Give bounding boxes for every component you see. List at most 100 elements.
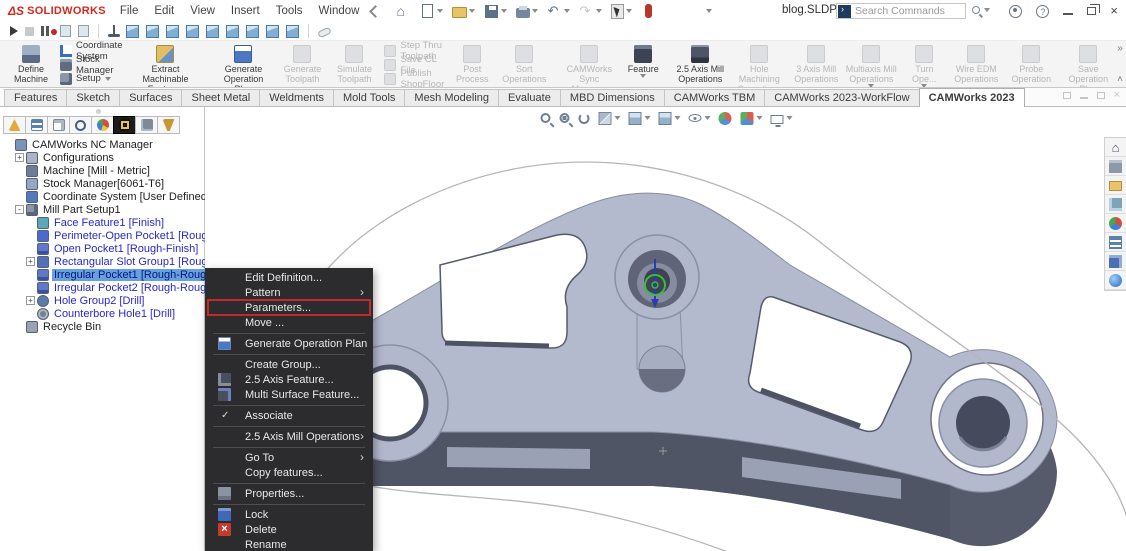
- menu-item-rename[interactable]: Rename: [205, 537, 373, 551]
- options-button[interactable]: [689, 4, 712, 19]
- menu-insert[interactable]: Insert: [231, 5, 260, 17]
- tree-item[interactable]: Stock Manager[6061-T6]: [0, 177, 204, 190]
- panel-tab-camworks-tools[interactable]: [157, 116, 180, 134]
- task-pane-home[interactable]: ⌂: [1105, 138, 1126, 157]
- menu-item-multi-surface-feature[interactable]: Multi Surface Feature...: [205, 387, 373, 402]
- tab-evaluate[interactable]: Evaluate: [498, 89, 561, 106]
- panel-tab-camworks-feature-tree[interactable]: [113, 116, 136, 134]
- help-icon[interactable]: ?: [1036, 5, 1049, 18]
- tree-item[interactable]: Irregular Pocket2 [Rough-Rough(Rest)- Fi…: [0, 281, 204, 294]
- menu-view[interactable]: View: [190, 5, 215, 17]
- dropdown-icon[interactable]: [596, 9, 602, 13]
- ribbon-button-stock-manager[interactable]: Stock Manager: [60, 58, 122, 71]
- tree-item[interactable]: Irregular Pocket1 [Rough-Rough(Rest)- Fi…: [0, 268, 204, 281]
- menu-tools[interactable]: Tools: [276, 5, 303, 17]
- zoom-fit-button[interactable]: [539, 112, 551, 124]
- tab-sheet-metal[interactable]: Sheet Metal: [181, 89, 260, 106]
- ribbon-button-sync-manager[interactable]: CAMWorks Sync Manager: [558, 43, 620, 86]
- task-pane-solidworks-resources[interactable]: [1105, 252, 1126, 271]
- ribbon-button-generate-operation-plan[interactable]: Generate Operation Plan: [210, 43, 276, 86]
- print-button[interactable]: [516, 5, 538, 18]
- edit-appearance-button[interactable]: [717, 111, 732, 126]
- menu-item-2-5-axis-mill-operations[interactable]: 2.5 Axis Mill Operations›: [205, 429, 373, 444]
- menu-item-copy-features[interactable]: Copy features...: [205, 465, 373, 480]
- doc-cascade-icon[interactable]: [1063, 92, 1071, 99]
- task-pane-appearances[interactable]: [1105, 214, 1126, 233]
- panel-tab-camworks-operation-tree[interactable]: [135, 116, 158, 134]
- dropdown-icon[interactable]: [756, 116, 762, 120]
- pin-menu-icon[interactable]: [370, 5, 383, 18]
- tab-camworks-2023[interactable]: CAMWorks 2023: [919, 88, 1025, 107]
- display-style-button[interactable]: [657, 111, 680, 126]
- panel-tab-configuration-manager[interactable]: [47, 116, 70, 134]
- ribbon-button-feature[interactable]: Feature: [620, 43, 666, 86]
- play-icon[interactable]: [10, 26, 18, 36]
- save-button[interactable]: [484, 4, 507, 19]
- ribbon-button-mill-25-axis[interactable]: 2.5 Axis Mill Operations: [672, 43, 728, 86]
- tab-mbd-dimensions[interactable]: MBD Dimensions: [560, 89, 665, 106]
- tab-mold-tools[interactable]: Mold Tools: [333, 89, 405, 106]
- tab-weldments[interactable]: Weldments: [259, 89, 334, 106]
- tab-surfaces[interactable]: Surfaces: [119, 89, 182, 106]
- dropdown-icon[interactable]: [501, 9, 507, 13]
- restore-button[interactable]: [1087, 7, 1096, 15]
- tree-item[interactable]: +Rectangular Slot Group1 [Rough-Rough(Re…: [0, 255, 204, 268]
- menu-item-create-group[interactable]: Create Group...: [205, 357, 373, 372]
- menu-item-2-5-axis-feature[interactable]: 2.5 Axis Feature...: [205, 372, 373, 387]
- ribbon-button-publish-shopfloor[interactable]: Publish ShopFloor: [384, 72, 444, 85]
- tab-camworks-2023-workflow[interactable]: CAMWorks 2023-WorkFlow: [764, 89, 919, 106]
- save-sim-icon[interactable]: [60, 25, 71, 37]
- menu-window[interactable]: Window: [319, 5, 360, 17]
- menu-item-edit-definition[interactable]: Edit Definition...: [205, 270, 373, 285]
- evaluate-button[interactable]: [665, 4, 680, 19]
- tree-item[interactable]: CAMWorks NC Manager: [0, 138, 204, 151]
- menu-item-lock[interactable]: Lock: [205, 507, 373, 522]
- lifecycle-button[interactable]: [641, 4, 656, 18]
- ribbon-button-turn-operations[interactable]: Turn Ope...: [900, 43, 948, 86]
- task-pane-view-palette[interactable]: [1105, 195, 1126, 214]
- new-document-button[interactable]: [420, 4, 443, 18]
- menu-item-pattern[interactable]: Pattern›: [205, 285, 373, 300]
- ribbon-button-mill-3-axis[interactable]: 3 Axis Mill Operations: [790, 43, 842, 86]
- expand-icon[interactable]: +: [15, 153, 24, 162]
- dropdown-icon[interactable]: [640, 74, 646, 78]
- menu-item-go-to[interactable]: Go To›: [205, 450, 373, 465]
- view-cube-icon[interactable]: [166, 25, 179, 38]
- menu-file[interactable]: File: [120, 5, 139, 17]
- tree-item[interactable]: Open Pocket1 [Rough-Finish]: [0, 242, 204, 255]
- task-pane-3dexperience[interactable]: [1105, 271, 1126, 290]
- ribbon-button-setup[interactable]: Setup: [60, 72, 122, 85]
- apply-scene-button[interactable]: [739, 111, 762, 126]
- view-cube-icon[interactable]: [246, 25, 259, 38]
- collapse-icon[interactable]: -: [15, 205, 24, 214]
- menu-item-parameters[interactable]: Parameters...: [205, 300, 373, 315]
- ribbon-button-define-machine[interactable]: Define Machine: [6, 43, 56, 86]
- ribbon-button-wire-edm[interactable]: Wire EDM Operations: [948, 43, 1004, 86]
- tab-sketch[interactable]: Sketch: [66, 89, 120, 106]
- dropdown-icon[interactable]: [469, 9, 475, 13]
- redo-button[interactable]: ↷: [579, 4, 602, 19]
- task-pane-design-library[interactable]: [1105, 157, 1126, 176]
- tree-item[interactable]: +Configurations: [0, 151, 204, 164]
- dropdown-icon[interactable]: [644, 116, 650, 120]
- ribbon-button-probe-operation[interactable]: Probe Operation: [1004, 43, 1058, 86]
- measure-icon[interactable]: [317, 27, 332, 39]
- task-pane-file-explorer[interactable]: [1105, 176, 1126, 195]
- tree-item[interactable]: Coordinate System [User Defined]: [0, 190, 204, 203]
- search-icon[interactable]: [972, 6, 980, 14]
- view-cube-icon[interactable]: [206, 25, 219, 38]
- ribbon-overflow-button[interactable]: »: [1117, 43, 1123, 54]
- panel-tab-solidworks-features[interactable]: [3, 116, 26, 134]
- ribbon-collapse-button[interactable]: ˄: [1117, 74, 1123, 85]
- dropdown-icon[interactable]: [532, 9, 538, 13]
- ribbon-button-post-process[interactable]: Post Process: [448, 43, 496, 86]
- dropdown-icon[interactable]: [706, 9, 712, 13]
- ribbon-button-sort-operations[interactable]: Sort Operations: [496, 43, 552, 86]
- dropdown-icon[interactable]: [786, 116, 792, 120]
- ribbon-button-hole-machining[interactable]: Hole Machining Operations: [728, 43, 790, 86]
- stop-icon[interactable]: [25, 27, 34, 36]
- open-button[interactable]: [452, 4, 475, 18]
- view-cube-icon[interactable]: [266, 25, 279, 38]
- ribbon-button-multiaxis-mill[interactable]: Multiaxis Mill Operations: [842, 43, 900, 86]
- view-cube-icon[interactable]: [286, 25, 299, 38]
